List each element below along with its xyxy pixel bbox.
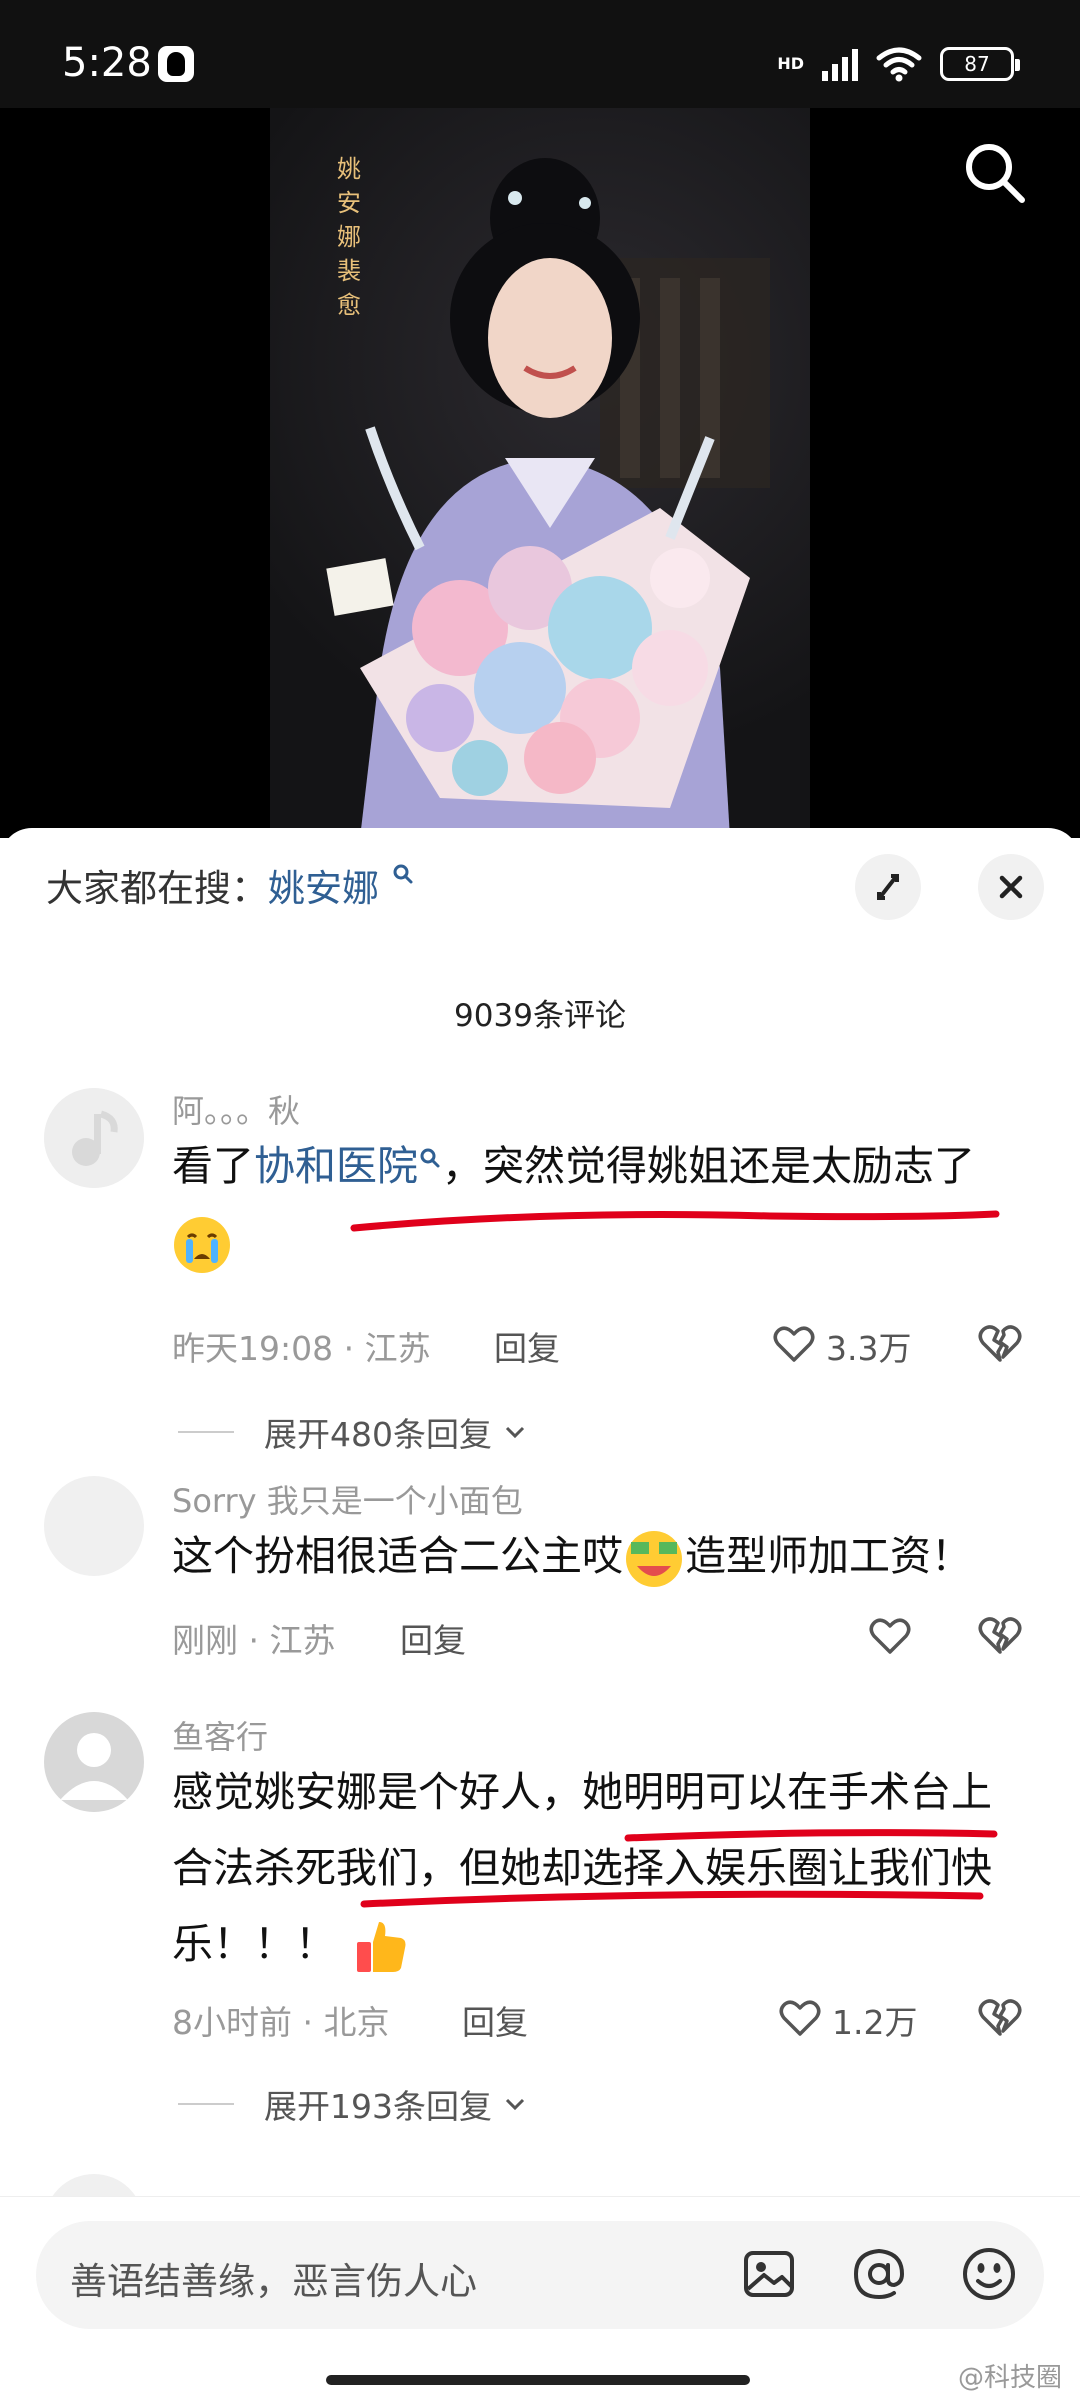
heart-icon[interactable]: [772, 1322, 816, 1366]
qq-notification-icon: [158, 46, 194, 82]
comment-location: 北京: [323, 2003, 390, 2042]
fullscreen-button[interactable]: [855, 854, 921, 920]
search-small-icon: [420, 1148, 440, 1168]
comment-location: 江苏: [269, 1621, 336, 1660]
chevron-down-icon: [505, 2098, 525, 2111]
crying-emoji-icon: [174, 1217, 230, 1273]
comment-input[interactable]: 善语结善缘，恶言伤人心: [36, 2221, 1044, 2329]
comment-time: 昨天19:08: [172, 1329, 334, 1368]
comment-text: 这个扮相很适合二公主哎 造型师加工资！: [172, 1518, 1032, 1594]
video-frame[interactable]: 姚安娜 裴愈: [270, 108, 810, 838]
comment-author[interactable]: 阿。。。秋: [172, 1086, 300, 1132]
money-face-emoji-icon: [626, 1531, 682, 1587]
comment-meta: 刚刚 · 江苏: [172, 1621, 336, 1660]
emoji-icon[interactable]: [958, 2243, 1020, 2305]
comment-item: 阿。。。秋 看了协和医院 ，突然觉得姚姐还是太励志了 昨天19:08 · 江苏 回…: [0, 1086, 1080, 1536]
broken-heart-icon[interactable]: [976, 1320, 1024, 1368]
video-overlay-text: 姚安娜 裴愈: [337, 155, 361, 319]
thumbs-up-emoji-icon: [357, 1922, 406, 1972]
comment-text-part: 造型师加工资！: [685, 1532, 972, 1580]
expand-icon: [877, 874, 899, 900]
close-button[interactable]: [978, 854, 1044, 920]
default-avatar-icon: [60, 1733, 128, 1800]
comment-sheet: 大家都在搜：姚安娜 9039条评论 阿。。。秋 看了协和医院 ，突然觉得姚姐还是…: [0, 828, 1080, 2400]
comment-location: 江苏: [364, 1329, 431, 1368]
close-icon: [999, 875, 1023, 899]
broken-heart-icon[interactable]: [976, 1994, 1024, 2042]
hd-network-label: HD: [777, 54, 804, 73]
comment-time: 刚刚: [172, 1621, 238, 1660]
comment-item: Sorry 我只是一个小面包 这个扮相很适合二公主哎 造型师加工资！ 刚刚 · …: [0, 1476, 1080, 1696]
heart-icon[interactable]: [868, 1614, 912, 1658]
avatar[interactable]: [44, 1088, 144, 1188]
chevron-down-icon: [505, 1426, 525, 1439]
comment-author[interactable]: Sorry 我只是一个小面包: [172, 1476, 523, 1522]
mention-icon[interactable]: [848, 2243, 910, 2305]
weibo-watermark: @科技圈: [957, 2363, 1062, 2393]
comment-text-part: 这个扮相很适合二公主哎: [172, 1532, 623, 1580]
image-icon[interactable]: [738, 2243, 800, 2305]
avatar[interactable]: [44, 1476, 144, 1576]
comment-text: 感觉姚安娜是个好人，她明明可以在手术台上合法杀死我们，但她却选择入娱乐圈让我们快…: [172, 1754, 1032, 1982]
expand-replies-label: 展开480条回复: [264, 1415, 492, 1454]
trending-label: 大家都在搜：: [46, 867, 268, 910]
comment-meta: 昨天19:08 · 江苏: [172, 1329, 431, 1368]
home-indicator[interactable]: [326, 2375, 750, 2385]
comment-count: 9039条评论: [454, 998, 626, 1034]
battery-icon: 87: [940, 47, 1020, 81]
divider-dash: [178, 2103, 234, 2105]
status-time: 5:28: [62, 40, 152, 86]
comment-text-part: 看了: [172, 1142, 254, 1190]
comment-input-placeholder: 善语结善缘，恶言伤人心: [70, 2260, 477, 2303]
comment-keyword-link[interactable]: 协和医院: [254, 1142, 418, 1190]
comment-text-part: ，突然觉得姚姐还是太励志了: [442, 1142, 975, 1190]
expand-replies-button[interactable]: 展开193条回复: [178, 2080, 528, 2128]
reply-button[interactable]: 回复: [462, 1996, 528, 2044]
divider-dash: [178, 1431, 234, 1433]
search-icon[interactable]: [960, 138, 1030, 208]
comment-meta: 8小时前 · 北京: [172, 2003, 390, 2042]
like-count: 1.2万: [832, 2003, 918, 2042]
wifi-icon: [876, 47, 922, 82]
trending-keyword-link[interactable]: 姚安娜: [268, 867, 379, 910]
comment-input-bar: 善语结善缘，恶言伤人心 @科技圈: [0, 2196, 1080, 2400]
expand-replies-label: 展开193条回复: [264, 2087, 492, 2126]
search-small-icon: [393, 864, 413, 884]
reply-button[interactable]: 回复: [400, 1614, 466, 1662]
comment-author[interactable]: 鱼客行: [172, 1712, 268, 1758]
status-bar: 5:28 HD 87: [0, 0, 1080, 108]
expand-replies-button[interactable]: 展开480条回复: [178, 1408, 528, 1456]
comment-time: 8小时前: [172, 2003, 292, 2042]
video-player[interactable]: 姚安娜 裴愈: [0, 108, 1080, 838]
comment-item: 鱼客行 感觉姚安娜是个好人，她明明可以在手术台上合法杀死我们，但她却选择入娱乐圈…: [0, 1712, 1080, 2162]
comment-text: 看了协和医院 ，突然觉得姚姐还是太励志了: [172, 1128, 1032, 1280]
like-count: 3.3万: [826, 1329, 912, 1368]
signal-icon: [822, 47, 858, 81]
battery-level: 87: [964, 52, 990, 76]
comment-text-part: 感觉姚安娜是个好人，她明明可以在手术台上合法杀死我们，但她却选择入娱乐圈让我们快…: [172, 1768, 992, 1968]
avatar[interactable]: [44, 1712, 144, 1812]
reply-button[interactable]: 回复: [494, 1322, 560, 1370]
trending-search[interactable]: 大家都在搜：姚安娜: [46, 858, 415, 912]
heart-icon[interactable]: [778, 1996, 822, 2040]
broken-heart-icon[interactable]: [976, 1612, 1024, 1660]
avatar-music-icon: [44, 1088, 144, 1188]
status-indicators: HD 87: [777, 44, 1020, 84]
